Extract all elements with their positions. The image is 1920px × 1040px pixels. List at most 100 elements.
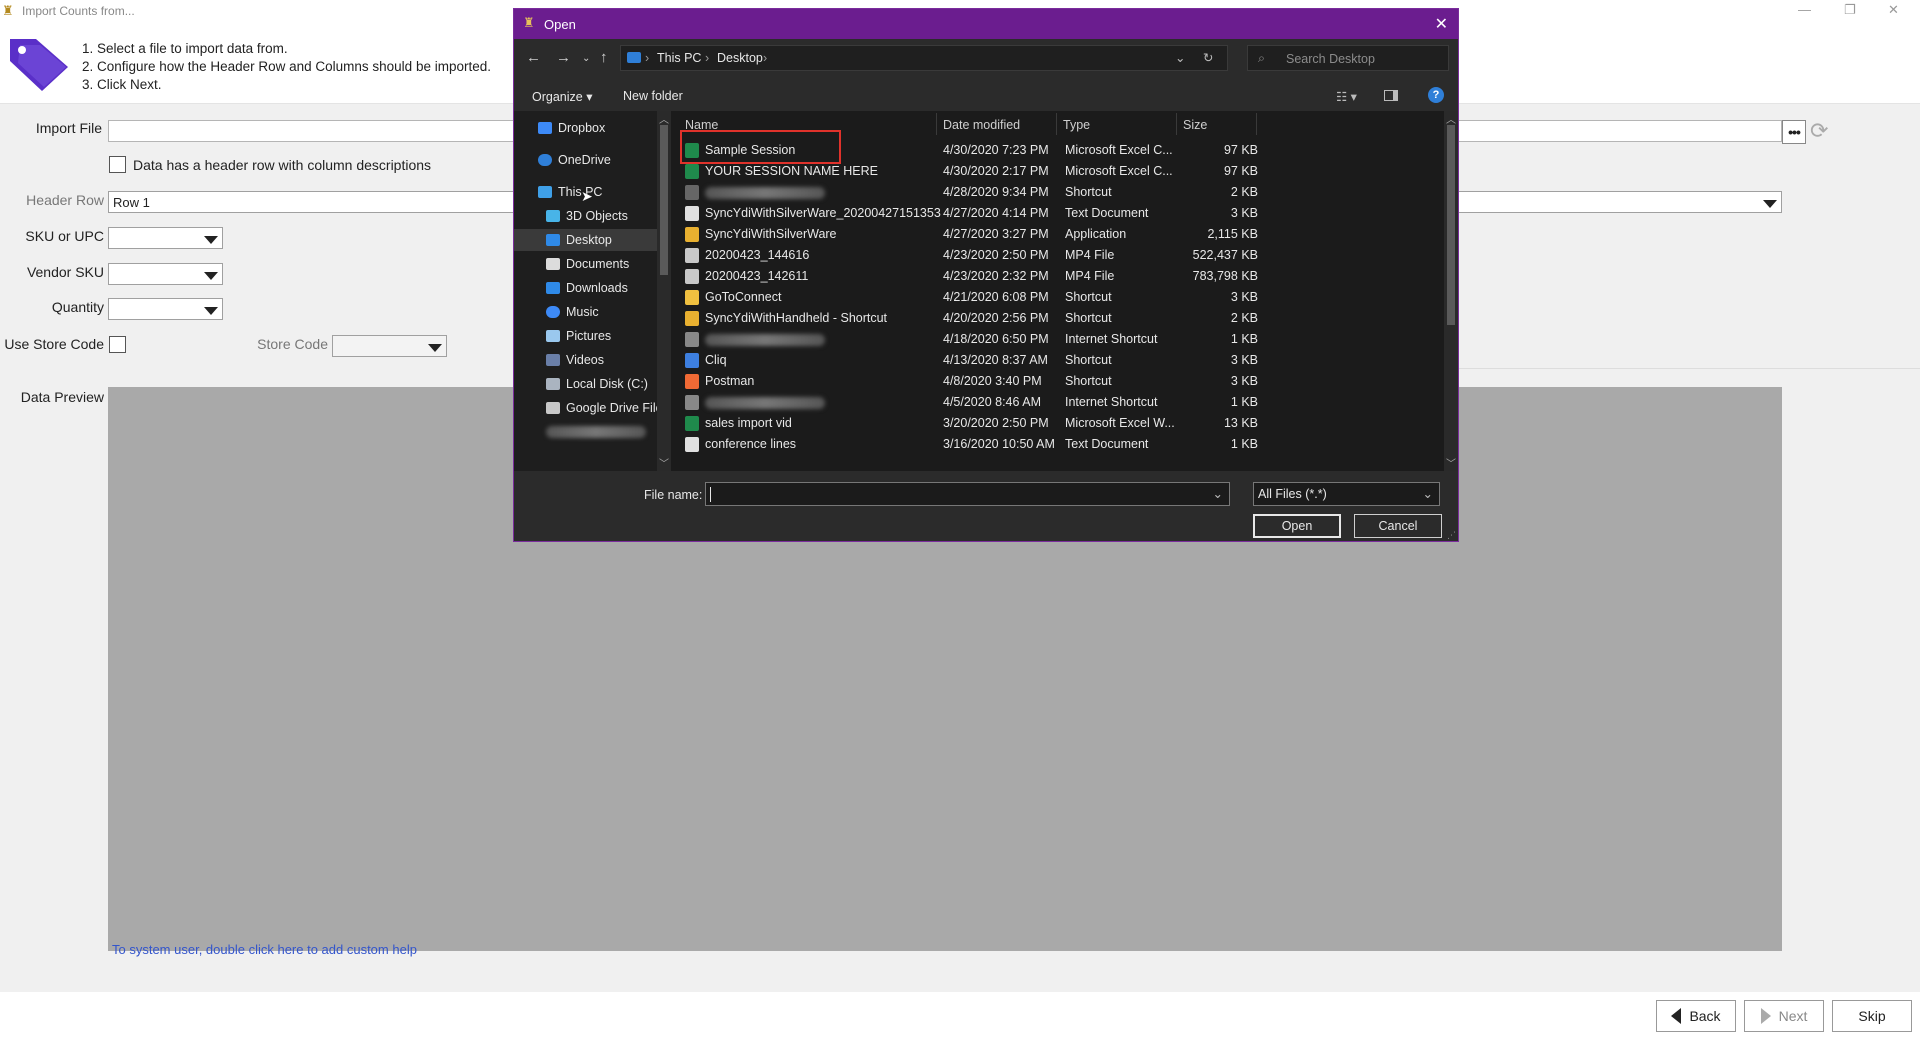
file-row[interactable]: SyncYdiWithHandheld - Shortcut 4/20/2020 … [671, 308, 1444, 329]
file-type: Shortcut [1065, 185, 1112, 199]
address-bar[interactable]: › This PC › Desktop › ⌄ ↻ [620, 45, 1228, 71]
scroll-up-icon[interactable]: ︿ [659, 111, 669, 126]
sku-upc-select[interactable] [108, 227, 223, 249]
refresh-icon[interactable]: ⟳ [1810, 118, 1828, 144]
minimize-icon[interactable]: — [1798, 2, 1811, 17]
close-icon[interactable]: ✕ [1888, 2, 1899, 18]
sku-upc-label: SKU or UPC [25, 228, 104, 244]
view-options-icon[interactable]: ☷ ▾ [1336, 89, 1357, 104]
scroll-down-icon[interactable]: ﹀ [659, 455, 669, 470]
file-row[interactable]: 4/5/2020 8:46 AM Internet Shortcut 1 KB [671, 392, 1444, 413]
recent-locations-icon[interactable]: ⌄ [582, 53, 590, 64]
organize-label: Organize [532, 90, 583, 104]
file-type: Text Document [1065, 437, 1149, 451]
column-header-date-modified[interactable]: Date modified [937, 113, 1057, 135]
file-row[interactable]: SyncYdiWithSilverWare 4/27/2020 3:27 PM Ap… [671, 224, 1444, 245]
header-row-checkbox[interactable] [109, 156, 126, 173]
skip-button[interactable]: Skip [1832, 1000, 1912, 1032]
use-store-code-label: Use Store Code [4, 336, 104, 352]
new-folder-button[interactable]: New folder [623, 89, 683, 103]
file-name-input[interactable]: ⌄ [705, 482, 1230, 506]
nav-scroll-thumb[interactable] [660, 125, 668, 275]
quantity-select[interactable] [108, 298, 223, 320]
file-size: 3 KB [1230, 290, 1258, 304]
file-row[interactable]: conference lines 3/16/2020 10:50 AM Text D… [671, 434, 1444, 455]
file-row[interactable]: YOUR SESSION NAME HERE 4/30/2020 2:17 PM M… [671, 161, 1444, 182]
nav-pane-scrollbar[interactable]: ︿ ﹀ [657, 111, 671, 471]
scroll-down-icon[interactable]: ﹀ [1446, 455, 1456, 470]
next-button[interactable]: Next [1744, 1000, 1824, 1032]
back-button[interactable]: Back [1656, 1000, 1736, 1032]
chevron-down-icon[interactable]: ⌄ [1213, 486, 1223, 501]
vendor-sku-select[interactable] [108, 263, 223, 285]
scroll-up-icon[interactable]: ︿ [1446, 111, 1456, 126]
header-row-label: Header Row [26, 192, 104, 208]
excel-icon [685, 164, 699, 179]
nav-item-local-disk[interactable]: Local Disk (C:) [514, 373, 657, 395]
file-row[interactable]: 4/18/2020 6:50 PM Internet Shortcut 1 KB [671, 329, 1444, 350]
file-row[interactable]: sales import vid 3/20/2020 2:50 PM Microso… [671, 413, 1444, 434]
file-row[interactable]: Cliq 4/13/2020 8:37 AM Shortcut 3 KB [671, 350, 1444, 371]
nav-item-dropbox[interactable]: Dropbox [514, 117, 657, 139]
store-code-select[interactable] [332, 335, 447, 357]
cancel-button[interactable]: Cancel [1354, 514, 1442, 538]
nav-item-redacted[interactable] [514, 421, 657, 443]
restore-icon[interactable]: ❐ [1844, 2, 1856, 18]
breadcrumb-desktop[interactable]: Desktop [717, 51, 763, 65]
nav-item-3d-objects[interactable]: 3D Objects [514, 205, 657, 227]
file-scroll-thumb[interactable] [1447, 125, 1455, 325]
file-date: 4/27/2020 4:14 PM [943, 206, 1049, 220]
internet-shortcut-icon [685, 395, 699, 410]
organize-button[interactable]: Organize ▾ [532, 89, 592, 104]
chevron-down-icon[interactable]: ⌄ [1175, 50, 1185, 65]
file-row[interactable]: 4/28/2020 9:34 PM Shortcut 2 KB [671, 182, 1444, 203]
skip-button-label: Skip [1858, 1008, 1886, 1024]
column-header-type[interactable]: Type [1057, 113, 1177, 135]
file-name: Cliq [705, 353, 727, 367]
pictures-icon [546, 330, 560, 342]
search-input[interactable]: ⌕ Search Desktop [1247, 45, 1449, 71]
nav-item-google-drive[interactable]: Google Drive File [514, 397, 663, 419]
nav-item-label: Google Drive File [566, 401, 663, 415]
help-icon[interactable]: ? [1428, 87, 1444, 103]
breadcrumb-this-pc[interactable]: This PC [657, 51, 701, 65]
local-disk-icon [546, 378, 560, 390]
refresh-icon[interactable]: ↻ [1203, 50, 1213, 65]
chevron-down-icon [204, 236, 218, 244]
file-row[interactable]: SyncYdiWithSilverWare_20200427151353 4/27… [671, 203, 1444, 224]
file-name: SyncYdiWithSilverWare [705, 227, 837, 241]
custom-help-link[interactable]: To system user, double click here to add… [112, 942, 417, 957]
nav-item-videos[interactable]: Videos [514, 349, 657, 371]
file-name: sales import vid [705, 416, 792, 430]
dialog-navigation-bar: ← → ⌄ ↑ › This PC › Desktop › ⌄ ↻ ⌕ Sear… [514, 39, 1458, 77]
nav-item-label: Documents [566, 257, 630, 271]
up-arrow-icon[interactable]: ↑ [600, 49, 608, 66]
nav-item-documents[interactable]: Documents [514, 253, 657, 275]
file-row[interactable]: Postman 4/8/2020 3:40 PM Shortcut 3 KB [671, 371, 1444, 392]
nav-item-music[interactable]: Music [514, 301, 657, 323]
browse-button[interactable]: ••• [1782, 120, 1806, 144]
column-header-size[interactable]: Size [1177, 113, 1257, 135]
file-list-scrollbar[interactable]: ︿ ﹀ [1444, 111, 1458, 471]
file-date: 4/20/2020 2:56 PM [943, 311, 1049, 325]
nav-item-downloads[interactable]: Downloads [514, 277, 657, 299]
file-row[interactable]: 20200423_142611 4/23/2020 2:32 PM MP4 File… [671, 266, 1444, 287]
nav-item-pictures[interactable]: Pictures [514, 325, 657, 347]
dialog-close-icon[interactable]: ✕ [1435, 14, 1448, 34]
file-type: Shortcut [1065, 353, 1112, 367]
dialog-titlebar: ♜ Open ✕ [514, 9, 1458, 39]
nav-item-desktop[interactable]: Desktop [514, 229, 657, 251]
file-row[interactable]: 20200423_144616 4/23/2020 2:50 PM MP4 File… [671, 245, 1444, 266]
preview-pane-icon[interactable] [1384, 90, 1398, 101]
use-store-code-checkbox[interactable] [109, 336, 126, 353]
nav-item-onedrive[interactable]: OneDrive [514, 149, 657, 171]
back-button-label: Back [1689, 1008, 1721, 1024]
resize-grip-icon[interactable]: ⋰ [1447, 530, 1456, 541]
chevron-down-icon [428, 344, 442, 352]
open-button[interactable]: Open [1253, 514, 1341, 538]
header-row-value: Row 1 [113, 195, 150, 210]
forward-arrow-icon[interactable]: → [556, 49, 571, 66]
back-arrow-icon[interactable]: ← [526, 49, 541, 66]
file-type-select[interactable]: All Files (*.*) ⌄ [1253, 482, 1440, 506]
file-row[interactable]: GoToConnect 4/21/2020 6:08 PM Shortcut 3 KB [671, 287, 1444, 308]
